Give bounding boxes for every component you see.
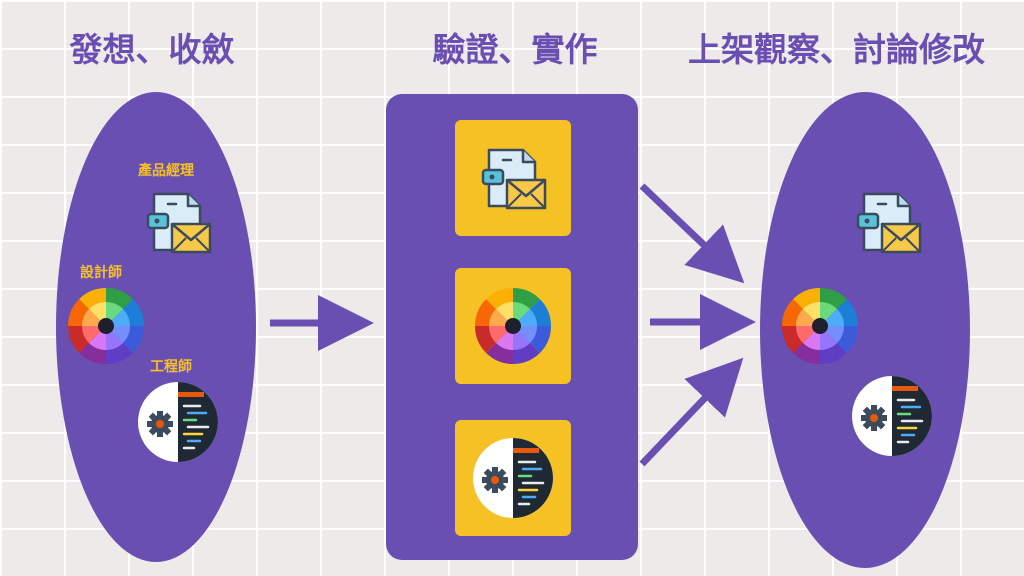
flow-arrows: [270, 183, 756, 467]
arrow-top-to-launch: [639, 183, 745, 284]
arrow-bottom-to-launch: [639, 357, 744, 467]
